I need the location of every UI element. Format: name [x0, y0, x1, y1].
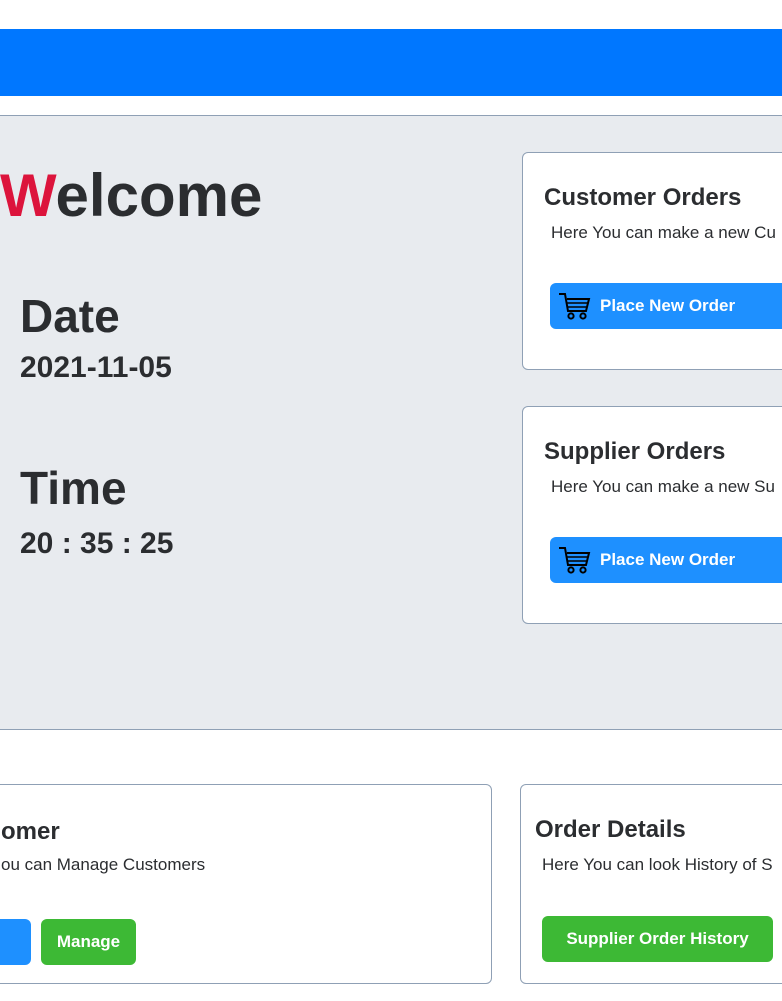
welcome-heading: Welcome [0, 160, 262, 232]
order-details-card: Order Details Here You can look History … [520, 784, 782, 984]
customer-orders-title: Customer Orders [544, 184, 742, 211]
supplier-orders-card: Supplier Orders Here You can make a new … [522, 406, 782, 624]
time-label: Time [20, 462, 127, 514]
date-value: 2021-11-05 [20, 351, 172, 384]
customer-place-new-order-label: Place New Order [600, 296, 736, 315]
welcome-first-letter: W [0, 162, 56, 229]
manage-customers-label: Manage [56, 932, 121, 951]
order-details-description: Here You can look History of S [542, 855, 773, 874]
customer-orders-description: Here You can make a new Cu [551, 223, 776, 242]
customer-management-title: omer [1, 818, 60, 845]
supplier-place-new-order-label: Place New Order [600, 550, 736, 569]
time-value: 20 : 35 : 25 [20, 527, 174, 560]
manage-customers-button[interactable]: Manage [41, 919, 136, 965]
customer-management-description: ou can Manage Customers [1, 855, 206, 874]
customer-orders-card: Customer Orders Here You can make a new … [522, 152, 782, 370]
supplier-orders-description: Here You can make a new Su [551, 477, 775, 496]
supplier-orders-title: Supplier Orders [544, 438, 726, 465]
welcome-rest: elcome [55, 162, 263, 229]
supplier-order-history-label: Supplier Order History [566, 929, 749, 948]
supplier-place-new-order-button[interactable]: Place New Order [550, 537, 782, 583]
customer-place-new-order-button[interactable]: Place New Order [550, 283, 782, 329]
customer-add-button[interactable] [0, 919, 31, 965]
customer-management-card: omer ou can Manage Customers Manage [0, 784, 492, 984]
top-navbar [0, 29, 782, 96]
date-label: Date [20, 290, 120, 342]
cart-icon [559, 547, 591, 574]
supplier-order-history-button[interactable]: Supplier Order History [542, 916, 773, 962]
order-details-title: Order Details [535, 816, 686, 843]
cart-icon [559, 293, 591, 320]
